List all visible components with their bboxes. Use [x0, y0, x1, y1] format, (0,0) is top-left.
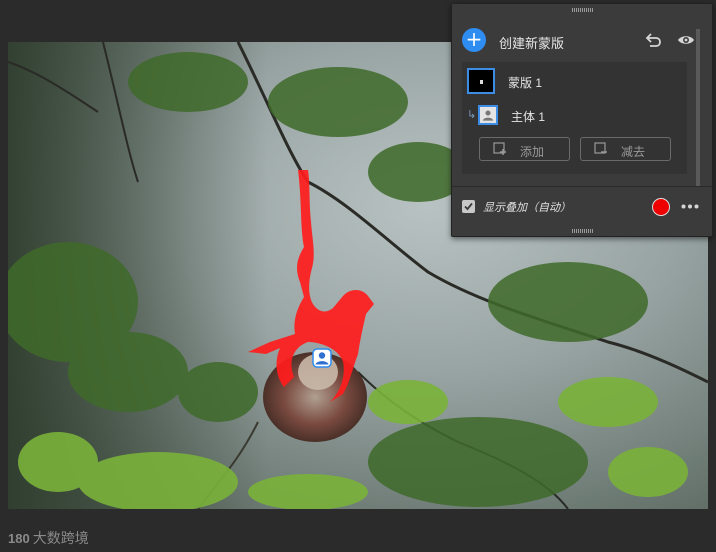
panel-footer: 显示叠加（自动） [452, 186, 712, 222]
panel-scrollbar[interactable] [696, 29, 700, 186]
more-options-icon[interactable] [681, 204, 699, 209]
panel-header: + 创建新蒙版 [452, 26, 712, 58]
mask-item[interactable]: 蒙版 1 [462, 65, 687, 97]
masks-panel: + 创建新蒙版 蒙版 1 ↳ 主体 1 添加 减去 显示叠加（自动） [451, 3, 713, 237]
show-overlay-checkbox[interactable] [462, 200, 475, 213]
overlay-color-swatch[interactable] [652, 198, 670, 216]
reset-undo-icon[interactable] [644, 31, 662, 49]
mask-thumbnail [467, 68, 495, 94]
create-mask-button[interactable]: + [462, 28, 486, 52]
subtract-mask-icon [594, 142, 607, 154]
scrollbar-thumb[interactable] [696, 29, 700, 186]
app-window: + 创建新蒙版 蒙版 1 ↳ 主体 1 添加 减去 显示叠加（自动） 180 大… [0, 0, 716, 552]
checkmark-icon [464, 202, 473, 211]
add-button[interactable]: 添加 [479, 137, 570, 161]
panel-drag-handle-bottom[interactable] [572, 229, 594, 233]
create-mask-label[interactable]: 创建新蒙版 [499, 33, 564, 52]
subtract-button-label: 减去 [621, 145, 646, 159]
visibility-eye-icon[interactable] [677, 32, 695, 48]
child-arrow-icon: ↳ [467, 108, 477, 121]
watermark-text: 大数跨境 [32, 530, 89, 546]
watermark-logo: 180 [8, 531, 30, 546]
mask-component-item[interactable]: ↳ 主体 1 [462, 99, 687, 131]
add-button-label: 添加 [520, 145, 545, 159]
subtract-button[interactable]: 减去 [580, 137, 671, 161]
person-icon [478, 105, 498, 125]
panel-drag-handle-top[interactable] [572, 8, 594, 12]
mask-name[interactable]: 蒙版 1 [508, 74, 542, 91]
watermark: 180 大数跨境 [8, 528, 89, 548]
component-name[interactable]: 主体 1 [511, 108, 545, 125]
plus-icon: + [465, 27, 483, 51]
show-overlay-label[interactable]: 显示叠加（自动） [483, 199, 571, 215]
add-mask-icon [493, 142, 506, 155]
subject-person-icon[interactable] [312, 348, 332, 368]
